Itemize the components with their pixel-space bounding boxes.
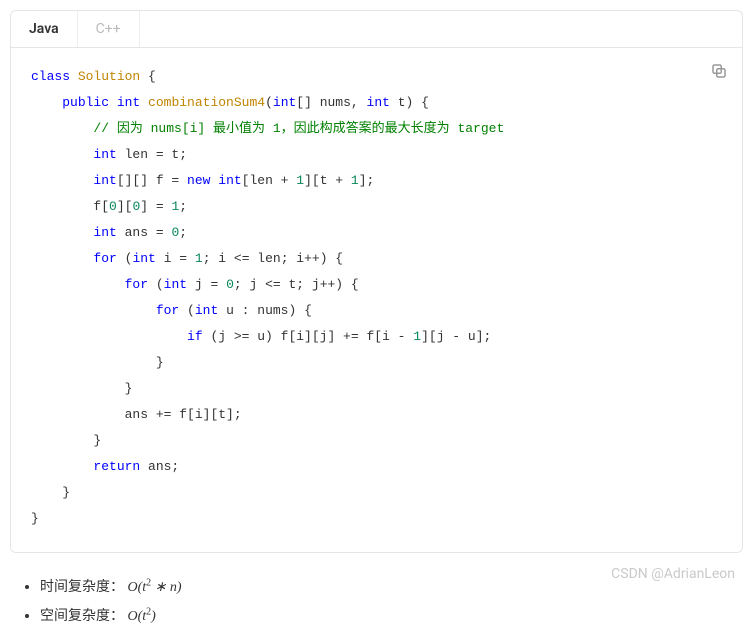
code-line: // 因为 nums[i] 最小值为 1，因此构成答案的最大长度为 target — [31, 116, 722, 142]
time-label: 时间复杂度： — [40, 579, 124, 595]
space-complexity: 空间复杂度： O(t2) — [40, 602, 733, 631]
code-line: class Solution { — [31, 64, 722, 90]
code-line: } — [31, 376, 722, 402]
watermark: CSDN @AdrianLeon — [611, 566, 735, 582]
tab-cpp[interactable]: C++ — [78, 11, 140, 47]
code-card: Java C++ class Solution { public int com… — [10, 10, 743, 553]
code-line: return ans; — [31, 454, 722, 480]
code-line: for (int i = 1; i <= len; i++) { — [31, 246, 722, 272]
code-line: } — [31, 428, 722, 454]
code-line: int len = t; — [31, 142, 722, 168]
code-line: if (j >= u) f[i][j] += f[i - 1][j - u]; — [31, 324, 722, 350]
tab-java[interactable]: Java — [11, 11, 78, 47]
code-line: } — [31, 480, 722, 506]
code-line: } — [31, 350, 722, 376]
code-content: class Solution { public int combinationS… — [31, 64, 722, 532]
time-math: O(t2 ∗ n) — [127, 580, 181, 595]
code-line: } — [31, 506, 722, 532]
code-line: for (int u : nums) { — [31, 298, 722, 324]
space-math: O(t2) — [127, 609, 155, 624]
code-line: ans += f[i][t]; — [31, 402, 722, 428]
code-line: int[][] f = new int[len + 1][t + 1]; — [31, 168, 722, 194]
code-line: int ans = 0; — [31, 220, 722, 246]
copy-icon[interactable] — [710, 62, 728, 80]
code-body: class Solution { public int combinationS… — [11, 48, 742, 552]
space-label: 空间复杂度： — [40, 608, 124, 624]
code-line: public int combinationSum4(int[] nums, i… — [31, 90, 722, 116]
tab-bar: Java C++ — [11, 11, 742, 48]
code-line: f[0][0] = 1; — [31, 194, 722, 220]
code-line: for (int j = 0; j <= t; j++) { — [31, 272, 722, 298]
